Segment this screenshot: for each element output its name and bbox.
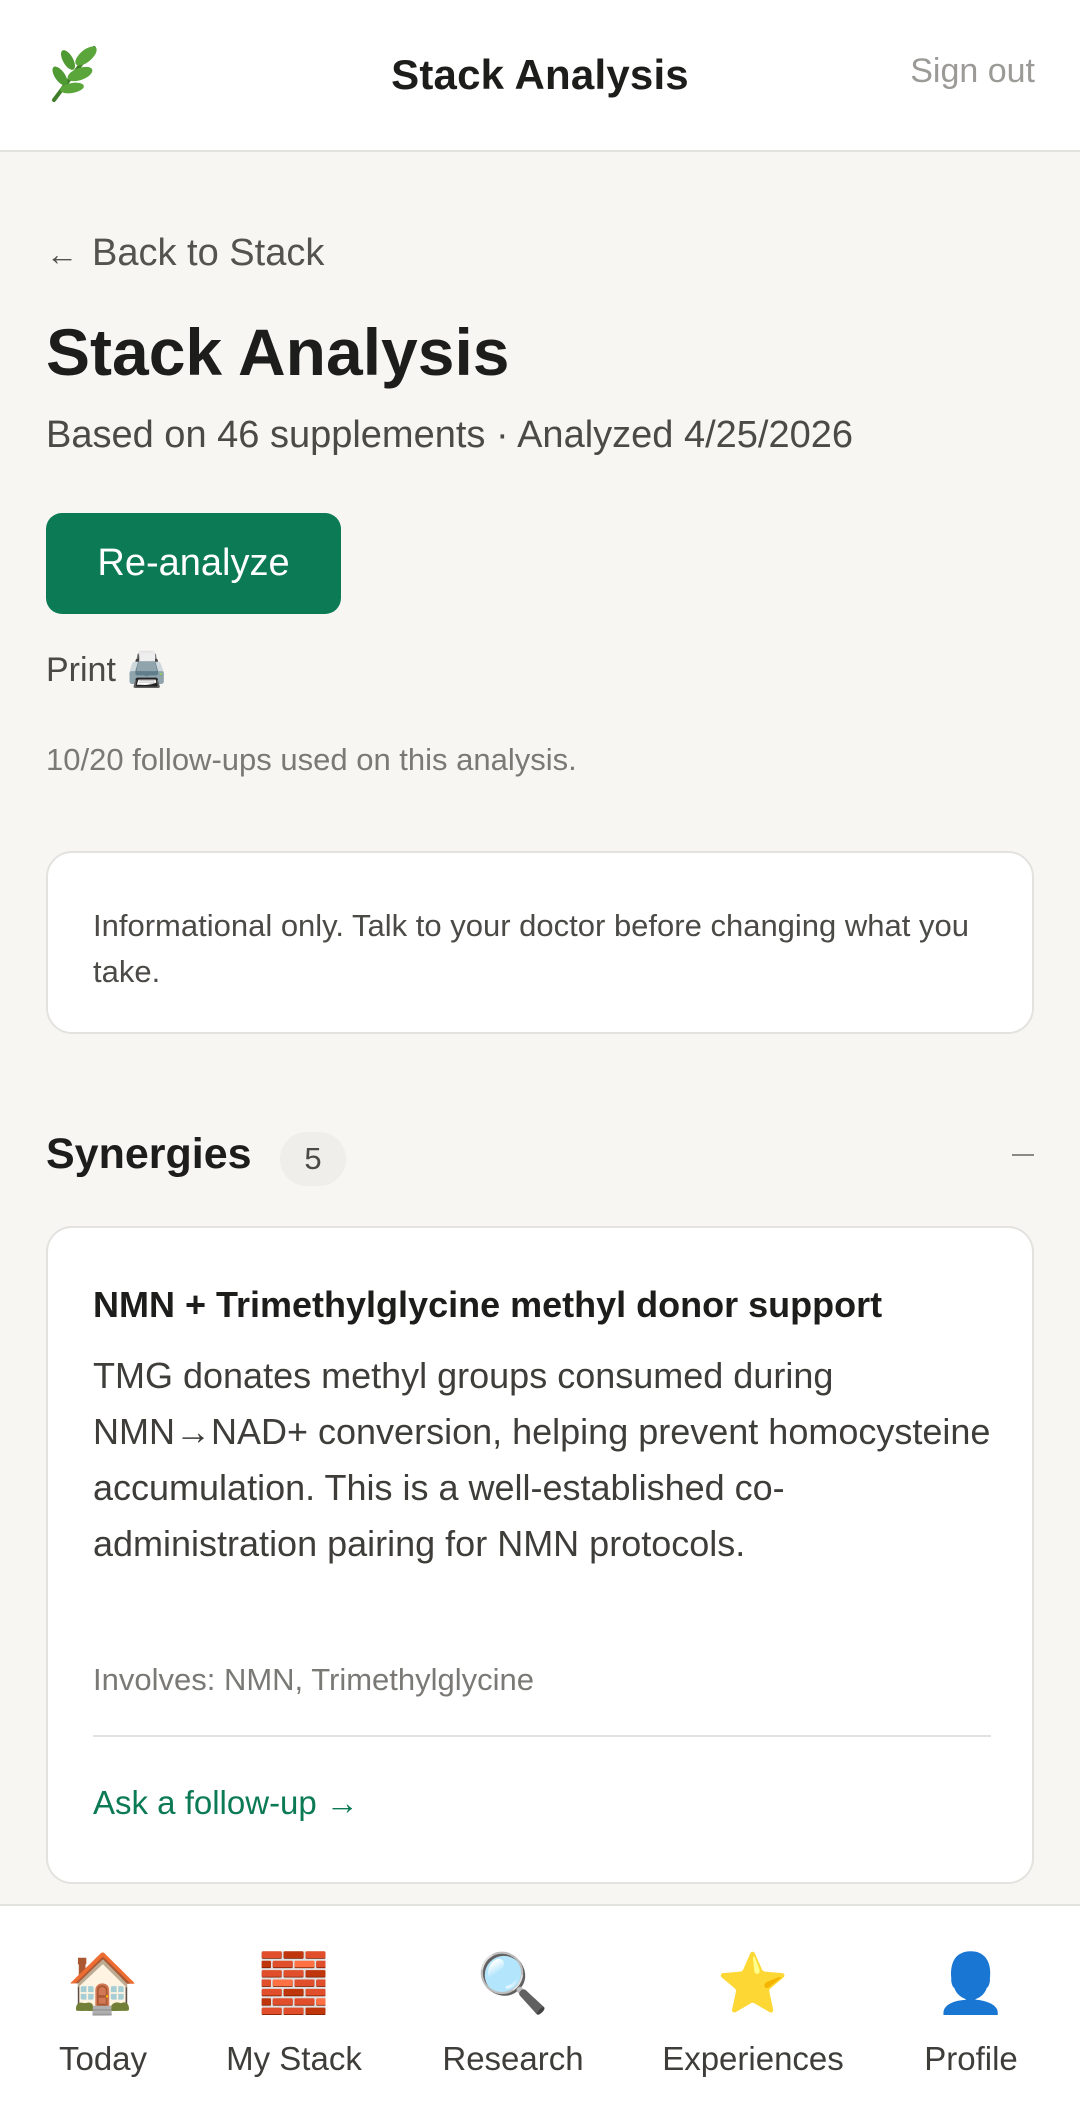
user-icon: 👤 (934, 1951, 1008, 2016)
synergies-count-badge: 5 (280, 1132, 346, 1186)
nav-item-today[interactable]: 🏠 Today (42, 1906, 164, 2110)
section-title: Synergies (46, 1130, 252, 1178)
back-to-stack-link[interactable]: ← Back to Stack (46, 232, 324, 275)
house-icon: 🏠 (66, 1951, 140, 2016)
star-icon: ⭐ (716, 1951, 790, 2016)
nav-label-my-stack: My Stack (226, 2040, 362, 2077)
minus-icon[interactable] (1012, 1154, 1034, 1156)
synergy-card: NMN + Trimethylglycine methyl donor supp… (46, 1226, 1034, 1884)
nav-item-research[interactable]: 🔍 Research (436, 1906, 590, 2110)
brick-icon: 🧱 (257, 1951, 331, 2016)
print-button[interactable]: Print 🖨️ (46, 650, 168, 690)
synergies-section-header: Synergies 5 (46, 1130, 1034, 1190)
bottom-nav: 🏠 Today 🧱 My Stack 🔍 Research ⭐ Experien… (0, 1904, 1080, 2110)
top-header: Stack Analysis Sign out (0, 0, 1080, 152)
disclaimer-box: Informational only. Talk to your doctor … (46, 851, 1034, 1034)
back-link-label: Back to Stack (92, 232, 325, 274)
card-description: TMG donates methyl groups consumed durin… (93, 1355, 991, 1564)
card-involves: Involves: NMN, Trimethylglycine (93, 1662, 535, 1697)
print-label: Print (46, 650, 116, 689)
printer-icon: 🖨️ (125, 651, 169, 689)
analysis-subtitle: Based on 46 supplements · Analyzed 4/25/… (46, 414, 854, 456)
ask-follow-up-link[interactable]: Ask a follow-up → (93, 1784, 359, 1822)
re-analyze-button[interactable]: Re-analyze (46, 513, 341, 614)
sign-out-button[interactable]: Sign out (910, 52, 1035, 91)
page-title: Stack Analysis (46, 315, 510, 389)
back-arrow-icon: ← (46, 236, 78, 272)
header-title: Stack Analysis (391, 51, 689, 98)
nav-label-today: Today (58, 2040, 148, 2077)
card-divider (93, 1735, 991, 1737)
nav-label-research: Research (442, 2040, 584, 2077)
magnifier-icon: 🔍 (476, 1951, 550, 2016)
app-root: Stack Analysis Sign out ← Back to Stack … (0, 0, 1080, 2110)
nav-item-experiences[interactable]: ⭐ Experiences (655, 1906, 851, 2110)
nav-label-profile: Profile (924, 2040, 1018, 2077)
followups-usage-note: 10/20 follow-ups used on this analysis. (46, 742, 577, 777)
card-title: NMN + Trimethylglycine methyl donor supp… (93, 1284, 883, 1325)
nav-item-profile[interactable]: 👤 Profile (915, 1906, 1027, 2110)
leaf-icon[interactable] (46, 40, 106, 104)
nav-item-my-stack[interactable]: 🧱 My Stack (216, 1906, 372, 2110)
nav-label-experiences: Experiences (662, 2040, 844, 2077)
